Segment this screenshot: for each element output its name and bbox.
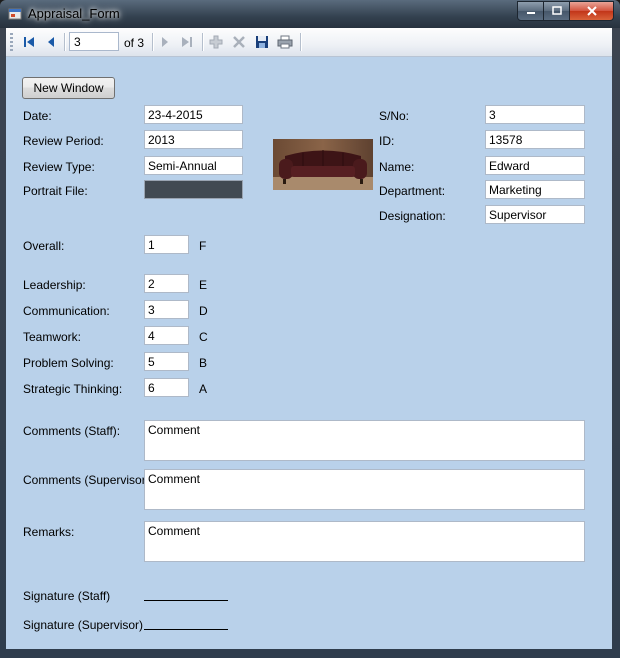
review-period-label: Review Period: — [23, 134, 104, 148]
leadership-field[interactable]: 2 — [144, 274, 189, 293]
move-first-button[interactable] — [20, 33, 38, 51]
portrait-file-field[interactable] — [144, 180, 243, 199]
toolbar-separator — [300, 33, 302, 51]
toolbar-grip[interactable] — [10, 33, 13, 51]
comments-supervisor-label: Comments (Supervisor): — [23, 473, 154, 487]
communication-field[interactable]: 3 — [144, 300, 189, 319]
remarks-label: Remarks: — [23, 525, 75, 539]
minimize-button[interactable] — [517, 1, 544, 21]
move-last-button[interactable] — [178, 33, 196, 51]
add-new-button[interactable] — [207, 33, 225, 51]
count-label: of 3 — [124, 36, 145, 50]
print-icon — [277, 35, 293, 49]
form-body: New Window Date: 23-4-2015 Review Period… — [6, 57, 612, 649]
department-field[interactable]: Marketing — [485, 180, 585, 199]
overall-grade: F — [199, 239, 207, 253]
portrait-file-label: Portrait File: — [23, 184, 88, 198]
sno-field[interactable]: 3 — [485, 105, 585, 124]
move-last-icon — [182, 37, 192, 47]
appraisal-window: Appraisal_Form of 3 — [0, 0, 620, 658]
problem-solving-grade: B — [199, 356, 208, 370]
maximize-button[interactable] — [544, 1, 570, 21]
sofa-image — [273, 139, 373, 190]
position-input[interactable] — [69, 32, 119, 51]
close-icon — [586, 6, 597, 16]
app-icon — [8, 8, 22, 20]
communication-grade: D — [199, 304, 208, 318]
review-type-label: Review Type: — [23, 160, 95, 174]
signature-supervisor-label: Signature (Supervisor) — [23, 618, 144, 632]
designation-label: Designation: — [379, 209, 446, 223]
comments-supervisor-field[interactable]: Comment — [144, 469, 585, 510]
toolbar-separator — [152, 33, 154, 51]
problem-solving-label: Problem Solving: — [23, 356, 114, 370]
leadership-grade: E — [199, 278, 208, 292]
id-label: ID: — [379, 134, 395, 148]
close-button[interactable] — [570, 1, 614, 21]
review-type-field[interactable]: Semi-Annual — [144, 156, 243, 175]
toolbar-separator — [202, 33, 204, 51]
maximize-icon — [551, 6, 562, 15]
signature-staff-line — [144, 600, 228, 601]
strategic-thinking-label: Strategic Thinking: — [23, 382, 123, 396]
add-new-icon — [209, 35, 223, 49]
move-first-icon — [24, 37, 34, 47]
teamwork-field[interactable]: 4 — [144, 326, 189, 345]
move-previous-button[interactable] — [42, 33, 60, 51]
review-period-field[interactable]: 2013 — [144, 130, 243, 149]
signature-supervisor-line — [144, 629, 228, 630]
title-bar[interactable]: Appraisal_Form — [0, 0, 620, 28]
move-next-icon — [162, 37, 168, 47]
print-button[interactable] — [276, 33, 294, 51]
comments-staff-label: Comments (Staff): — [23, 424, 121, 438]
date-label: Date: — [23, 109, 52, 123]
name-label: Name: — [379, 160, 415, 174]
department-label: Department: — [379, 184, 446, 198]
strategic-thinking-grade: A — [199, 382, 208, 396]
leadership-label: Leadership: — [23, 278, 86, 292]
new-window-button[interactable]: New Window — [22, 77, 115, 99]
delete-icon — [233, 36, 245, 48]
sno-label: S/No: — [379, 109, 410, 123]
window-title: Appraisal_Form — [28, 6, 120, 21]
overall-field[interactable]: 1 — [144, 235, 189, 254]
name-field[interactable]: Edward — [485, 156, 585, 175]
id-field[interactable]: 13578 — [485, 130, 585, 149]
minimize-icon — [526, 12, 535, 14]
signature-staff-label: Signature (Staff) — [23, 589, 111, 603]
overall-label: Overall: — [23, 239, 65, 253]
strategic-thinking-field[interactable]: 6 — [144, 378, 189, 397]
problem-solving-field[interactable]: 5 — [144, 352, 189, 371]
teamwork-grade: C — [199, 330, 208, 344]
toolbar-separator — [64, 33, 66, 51]
communication-label: Communication: — [23, 304, 110, 318]
save-button[interactable] — [253, 33, 271, 51]
designation-field[interactable]: Supervisor — [485, 205, 585, 224]
move-previous-icon — [48, 37, 54, 47]
caption-buttons — [517, 1, 614, 21]
move-next-button[interactable] — [156, 33, 174, 51]
remarks-field[interactable]: Comment — [144, 521, 585, 562]
teamwork-label: Teamwork: — [23, 330, 82, 344]
save-icon — [256, 36, 268, 48]
binding-navigator: of 3 — [6, 28, 612, 57]
comments-staff-field[interactable]: Comment — [144, 420, 585, 461]
date-field[interactable]: 23-4-2015 — [144, 105, 243, 124]
delete-button[interactable] — [230, 33, 248, 51]
